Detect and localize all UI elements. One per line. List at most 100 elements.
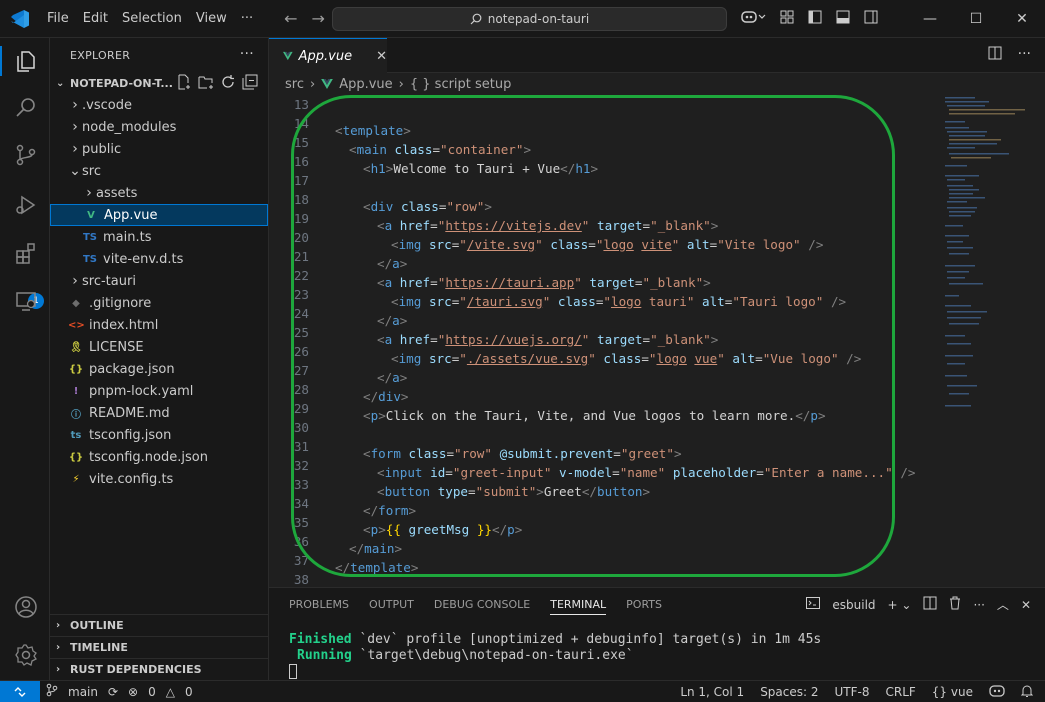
tree-item[interactable]: TS main.ts [50,226,268,248]
manage-gear-icon[interactable] [13,642,39,668]
breadcrumb-file[interactable]: App.vue [339,77,392,92]
close-window-icon[interactable]: ✕ [999,0,1045,38]
tree-item[interactable]: ◆ .gitignore [50,292,268,314]
branch-name[interactable]: main [68,685,98,699]
indentation[interactable]: Spaces: 2 [760,685,818,699]
customize-layout-icon[interactable] [780,10,794,28]
maximize-panel-icon[interactable]: ︿ [997,596,1009,613]
toggle-panel-icon[interactable] [836,10,850,28]
error-icon[interactable]: ⊗ [128,685,138,699]
breadcrumb-src[interactable]: src [285,77,304,92]
tree-item[interactable]: › node_modules [50,116,268,138]
new-file-icon[interactable] [176,74,192,93]
tree-item[interactable]: 🎗 LICENSE [50,336,268,358]
terminal-cursor [289,664,297,679]
rust-dependencies-section[interactable]: › RUST DEPENDENCIES [50,658,269,680]
bottom-panel: PROBLEMS OUTPUT DEBUG CONSOLE TERMINAL P… [269,587,1045,680]
code-line: <main class="container"> [349,142,532,157]
tree-item[interactable]: <> index.html [50,314,268,336]
tab-problems[interactable]: PROBLEMS [289,598,349,615]
tree-item[interactable]: › public [50,138,268,160]
outline-section[interactable]: › OUTLINE [50,614,269,636]
accounts-icon[interactable] [13,594,39,620]
active-indicator [0,46,2,76]
tree-item[interactable]: › assets [50,182,268,204]
tree-item-label: vite-env.d.ts [103,251,184,267]
toggle-secondary-sidebar-icon[interactable] [864,10,878,28]
remote-explorer-icon[interactable] [13,288,39,314]
collapse-all-icon[interactable] [242,74,258,93]
code-line: </template> [335,560,419,575]
run-debug-icon[interactable] [13,192,39,218]
tree-item[interactable]: ts tsconfig.json [50,424,268,446]
language-mode[interactable]: {} vue [932,685,973,699]
close-icon[interactable]: ✕ [376,49,387,64]
source-control-icon[interactable] [13,142,39,168]
explorer-icon[interactable] [13,48,39,74]
tree-item[interactable]: › .vscode [50,94,268,116]
menu-view[interactable]: View [189,0,234,38]
editor-tabs: App.vue ✕ ··· [269,38,1045,73]
back-arrow-icon[interactable]: ← [284,9,297,28]
tab-terminal[interactable]: TERMINAL [550,598,607,615]
tab-ports[interactable]: PORTS [626,598,662,615]
explorer-more-icon[interactable]: ··· [240,46,254,62]
encoding[interactable]: UTF-8 [835,685,870,699]
menu-edit[interactable]: Edit [76,0,115,38]
terminal-name[interactable]: esbuild [832,598,875,612]
notifications-icon[interactable] [1020,684,1034,701]
split-editor-icon[interactable] [988,46,1002,64]
code-line: <p>{{ greetMsg }}</p> [363,522,523,537]
split-terminal-icon[interactable] [923,596,937,613]
new-terminal-icon[interactable]: + ⌄ [888,598,912,612]
tree-item[interactable]: › src-tauri [50,270,268,292]
menu-selection[interactable]: Selection [115,0,189,38]
toggle-sidebar-icon[interactable] [808,10,822,28]
command-center-search[interactable]: notepad-on-tauri [332,7,727,31]
minimize-icon[interactable]: — [907,0,953,38]
terminal-line: Running `target\debug\notepad-on-tauri.e… [297,648,634,663]
tree-item[interactable]: ! pnpm-lock.yaml [50,380,268,402]
copilot-icon[interactable] [740,9,766,29]
tree-item[interactable]: V App.vue [50,204,268,226]
tree-item[interactable]: {} tsconfig.node.json [50,446,268,468]
activity-bar: 1 [0,38,50,680]
cursor-position[interactable]: Ln 1, Col 1 [680,685,744,699]
chevron-right-icon: › [72,141,78,157]
minimap[interactable] [941,95,1031,425]
panel-more-icon[interactable]: ··· [973,598,984,612]
tree-item[interactable]: ⌄ src [50,160,268,182]
end-of-line[interactable]: CRLF [885,685,915,699]
warning-icon[interactable]: △ [166,685,175,699]
tab-debug-console[interactable]: DEBUG CONSOLE [434,598,530,615]
tab-output[interactable]: OUTPUT [369,598,414,615]
search-view-icon[interactable] [13,94,39,120]
code-editor[interactable]: 13 14 15 16 17 18 19 20 21 22 23 24 25 26 27 28 29 30 31 32… [269,95,1045,587]
tree-item-label: package.json [89,361,175,377]
sync-icon[interactable]: ⟳ [108,685,118,699]
menu-file[interactable]: File [40,0,76,38]
tree-item[interactable]: TS vite-env.d.ts [50,248,268,270]
menu-more[interactable]: ··· [234,0,260,38]
tab-app-vue[interactable]: App.vue ✕ [269,38,387,73]
tree-item[interactable]: {} package.json [50,358,268,380]
maximize-icon[interactable]: ☐ [953,0,999,38]
more-actions-icon[interactable]: ··· [1018,46,1031,64]
tree-item-label: .gitignore [89,295,152,311]
timeline-section[interactable]: › TIMELINE [50,636,269,658]
tree-item[interactable]: ⓘ README.md [50,402,268,424]
chevron-right-icon: › [72,97,78,113]
json-file-icon: {} [68,363,84,375]
forward-arrow-icon[interactable]: → [312,9,325,28]
close-panel-icon[interactable]: ✕ [1021,598,1031,612]
trash-icon[interactable] [949,596,961,613]
extensions-icon[interactable] [13,240,39,266]
remote-indicator-icon[interactable] [0,680,40,702]
new-folder-icon[interactable] [198,74,214,93]
typescript-file-icon: TS [82,231,98,243]
refresh-icon[interactable] [220,74,236,93]
breadcrumb-symbol[interactable]: { } script setup [410,77,512,92]
explorer-title: EXPLORER [70,48,131,62]
tree-item[interactable]: ⚡ vite.config.ts [50,468,268,490]
copilot-status-icon[interactable] [989,684,1005,701]
